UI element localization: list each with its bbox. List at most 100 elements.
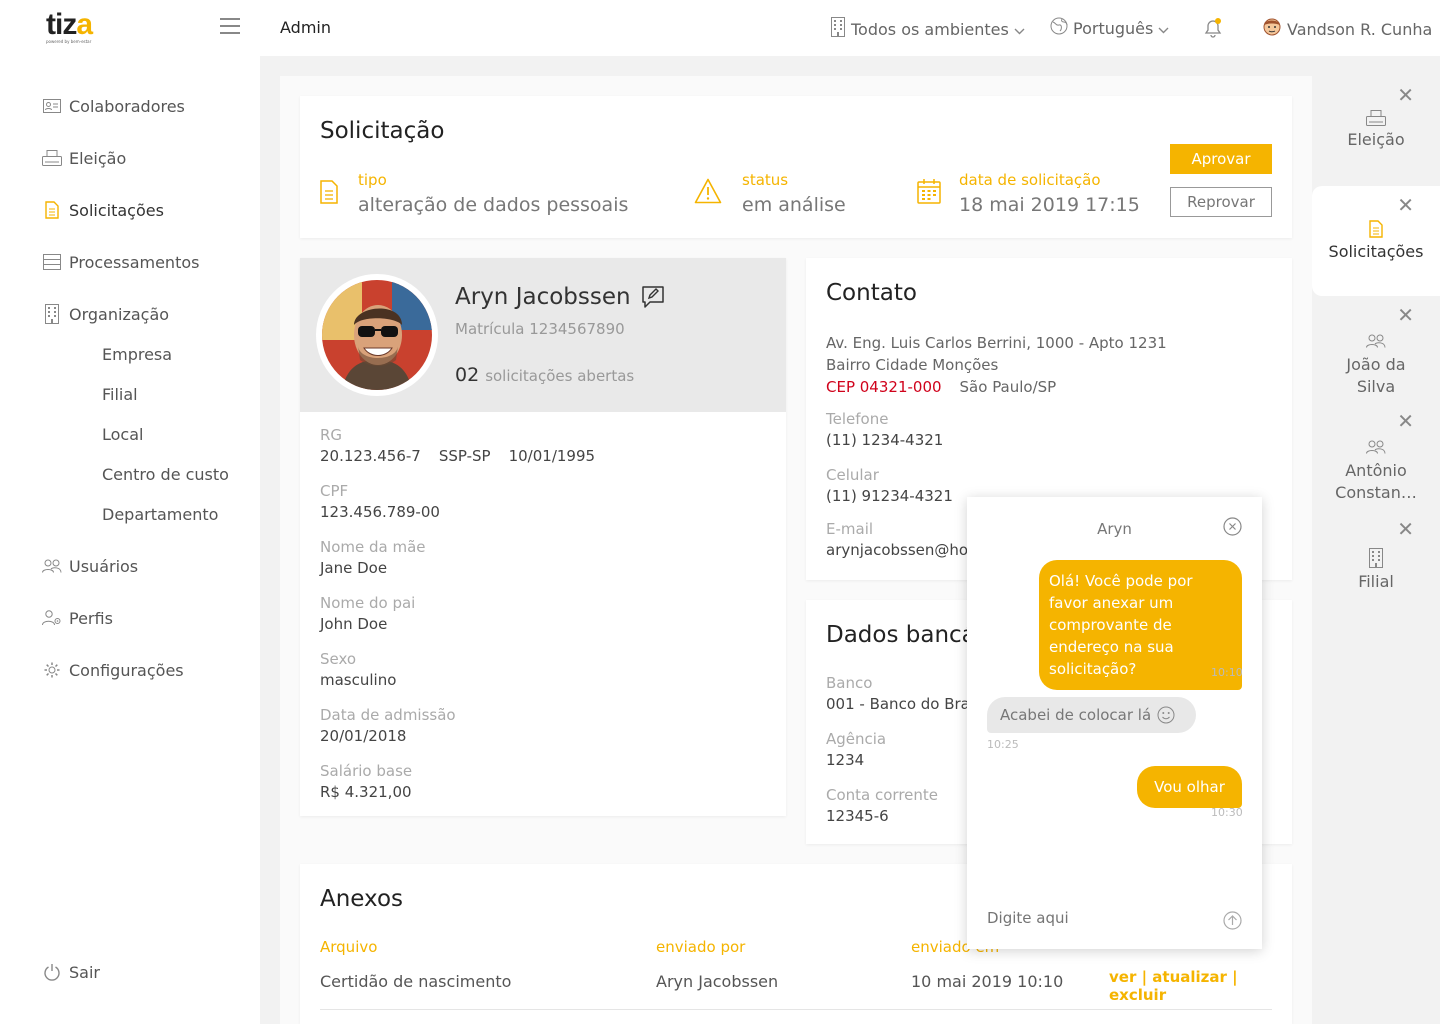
address: Av. Eng. Luis Carlos Berrini, 1000 - Apt… bbox=[826, 332, 1167, 398]
close-icon[interactable] bbox=[1223, 517, 1242, 540]
cep: CEP 04321-000 bbox=[826, 378, 942, 396]
reject-button[interactable]: Reprovar bbox=[1170, 187, 1272, 217]
id-card-icon bbox=[42, 96, 62, 116]
logout-button[interactable]: Sair bbox=[42, 960, 100, 984]
language-selector[interactable]: Português bbox=[1050, 17, 1174, 39]
open-requests-label: solicitações abertas bbox=[485, 367, 635, 385]
rg-issuer: SSP-SP bbox=[438, 447, 491, 465]
sidebar: tiza powered by bem-estar Colaboradores … bbox=[0, 0, 260, 1024]
row-actions[interactable]: ver | atualizar | excluir bbox=[1109, 968, 1292, 1004]
environment-selector[interactable]: Todos os ambientes bbox=[830, 17, 1030, 41]
page-section-title: Admin bbox=[280, 18, 331, 37]
request-card: Solicitação tipo alteração de dados pess… bbox=[300, 96, 1292, 238]
divider bbox=[320, 1009, 1272, 1010]
account-value: 12345-6 bbox=[826, 807, 889, 825]
sex-value: masculino bbox=[320, 671, 397, 689]
sidebar-subitem-filial[interactable]: Filial bbox=[102, 385, 138, 404]
sidebar-item-colaboradores[interactable]: Colaboradores bbox=[42, 94, 185, 118]
open-requests: 02 solicitações abertas bbox=[455, 364, 634, 386]
message-time: 10:10 bbox=[1211, 666, 1243, 679]
column-header-sent-by: enviado por bbox=[656, 938, 746, 956]
tab-label: Solicitações bbox=[1328, 242, 1424, 261]
profile-card: Aryn Jacobssen Matrícula 1234567890 02 s… bbox=[300, 258, 786, 816]
logo[interactable]: tiza powered by bem-estar bbox=[46, 10, 106, 46]
column-header-file: Arquivo bbox=[320, 938, 378, 956]
open-tabs-panel: ✕ Eleição ✕ Solicitações ✕ João da Silva… bbox=[1312, 76, 1440, 1024]
menu-toggle-button[interactable] bbox=[220, 18, 240, 36]
sent-at: 10 mai 2019 10:10 bbox=[911, 972, 1064, 991]
chat-message-sent: Vou olhar bbox=[1137, 766, 1242, 808]
tab-solicitacoes[interactable]: Solicitações bbox=[1312, 220, 1440, 261]
agency-value: 1234 bbox=[826, 751, 865, 769]
top-bar: Admin Todos os ambientes Português Vands… bbox=[260, 0, 1440, 56]
profile-name: Aryn Jacobssen bbox=[455, 284, 631, 310]
sidebar-item-processamentos[interactable]: Processamentos bbox=[42, 250, 199, 274]
bank-value: 001 - Banco do Brasil bbox=[826, 695, 987, 713]
sidebar-item-configuracoes[interactable]: Configurações bbox=[42, 658, 184, 682]
chevron-down-icon bbox=[1158, 19, 1174, 38]
sex-label: Sexo bbox=[320, 650, 357, 668]
sidebar-item-label: Solicitações bbox=[69, 200, 164, 220]
father-value: John Doe bbox=[320, 615, 388, 633]
agency-label: Agência bbox=[826, 730, 887, 748]
address-line-1: Av. Eng. Luis Carlos Berrini, 1000 - Apt… bbox=[826, 334, 1167, 352]
field-mother: Nome da mãe Jane Doe bbox=[320, 538, 426, 577]
tab-label: Filial bbox=[1358, 572, 1394, 591]
sidebar-item-label: Organização bbox=[69, 304, 170, 324]
chat-window: Aryn Olá! Você pode por favor anexar um … bbox=[967, 497, 1262, 949]
close-icon[interactable]: ✕ bbox=[1397, 305, 1414, 325]
sidebar-subitem-centro-de-custo[interactable]: Centro de custo bbox=[102, 465, 229, 484]
close-icon[interactable]: ✕ bbox=[1397, 519, 1414, 539]
document-icon bbox=[320, 180, 338, 208]
chat-message-received: Acabei de colocar lá bbox=[987, 697, 1196, 733]
notifications-button[interactable] bbox=[1202, 17, 1229, 43]
close-icon[interactable]: ✕ bbox=[1397, 85, 1414, 105]
server-icon bbox=[42, 252, 62, 272]
tab-filial[interactable]: Filial bbox=[1312, 548, 1440, 591]
sidebar-subitem-local[interactable]: Local bbox=[102, 425, 143, 444]
date-label: data de solicitação bbox=[959, 171, 1101, 189]
send-icon[interactable] bbox=[1223, 911, 1242, 934]
message-time: 10:30 bbox=[1211, 806, 1243, 819]
tab-antonio[interactable]: Antônio Constan… bbox=[1312, 438, 1440, 504]
chat-message-input[interactable] bbox=[987, 907, 1207, 929]
sidebar-item-label: Processamentos bbox=[69, 252, 200, 272]
rg-date: 10/01/1995 bbox=[508, 447, 596, 465]
sidebar-item-organizacao[interactable]: Organização bbox=[42, 302, 169, 326]
tab-joao-da-silva[interactable]: João da Silva bbox=[1312, 332, 1440, 398]
contact-title: Contato bbox=[826, 280, 917, 306]
salary-value: R$ 4.321,00 bbox=[320, 783, 412, 801]
calendar-icon bbox=[917, 178, 941, 208]
status-value: em análise bbox=[742, 194, 846, 216]
edit-icon[interactable] bbox=[641, 285, 665, 309]
type-label: tipo bbox=[358, 171, 387, 189]
sidebar-item-solicitacoes[interactable]: Solicitações bbox=[42, 198, 164, 222]
users-icon bbox=[1312, 332, 1440, 354]
field-admission: Data de admissão 20/01/2018 bbox=[320, 706, 456, 745]
tab-eleicao[interactable]: Eleição bbox=[1312, 110, 1440, 149]
account-label: Conta corrente bbox=[826, 786, 939, 804]
admission-label: Data de admissão bbox=[320, 706, 456, 724]
close-icon[interactable]: ✕ bbox=[1397, 411, 1414, 431]
sidebar-subitem-departamento[interactable]: Departamento bbox=[102, 505, 218, 524]
tab-label: João da Silva bbox=[1346, 355, 1406, 396]
salary-label: Salário base bbox=[320, 762, 413, 780]
sidebar-item-usuarios[interactable]: Usuários bbox=[42, 554, 138, 578]
field-rg: RG 20.123.456-7 SSP-SP 10/01/1995 bbox=[320, 426, 595, 465]
user-menu[interactable]: Vandson R. Cunha bbox=[1262, 17, 1432, 41]
mobile-label: Celular bbox=[826, 466, 879, 484]
gear-icon bbox=[42, 660, 62, 680]
attachments-title: Anexos bbox=[320, 886, 404, 912]
sidebar-subitem-empresa[interactable]: Empresa bbox=[102, 345, 172, 364]
father-label: Nome do pai bbox=[320, 594, 416, 612]
sidebar-item-eleicao[interactable]: Eleição bbox=[42, 146, 126, 170]
close-icon[interactable]: ✕ bbox=[1397, 195, 1414, 215]
document-icon bbox=[1312, 220, 1440, 242]
approve-button[interactable]: Aprovar bbox=[1170, 144, 1272, 174]
profile-name-row: Aryn Jacobssen bbox=[455, 284, 665, 310]
globe-icon bbox=[1050, 17, 1073, 39]
field-cpf: CPF 123.456.789-00 bbox=[320, 482, 440, 521]
type-value: alteração de dados pessoais bbox=[358, 194, 629, 216]
field-phone: Telefone (11) 1234-4321 bbox=[826, 410, 943, 449]
sidebar-item-perfis[interactable]: Perfis bbox=[42, 606, 113, 630]
